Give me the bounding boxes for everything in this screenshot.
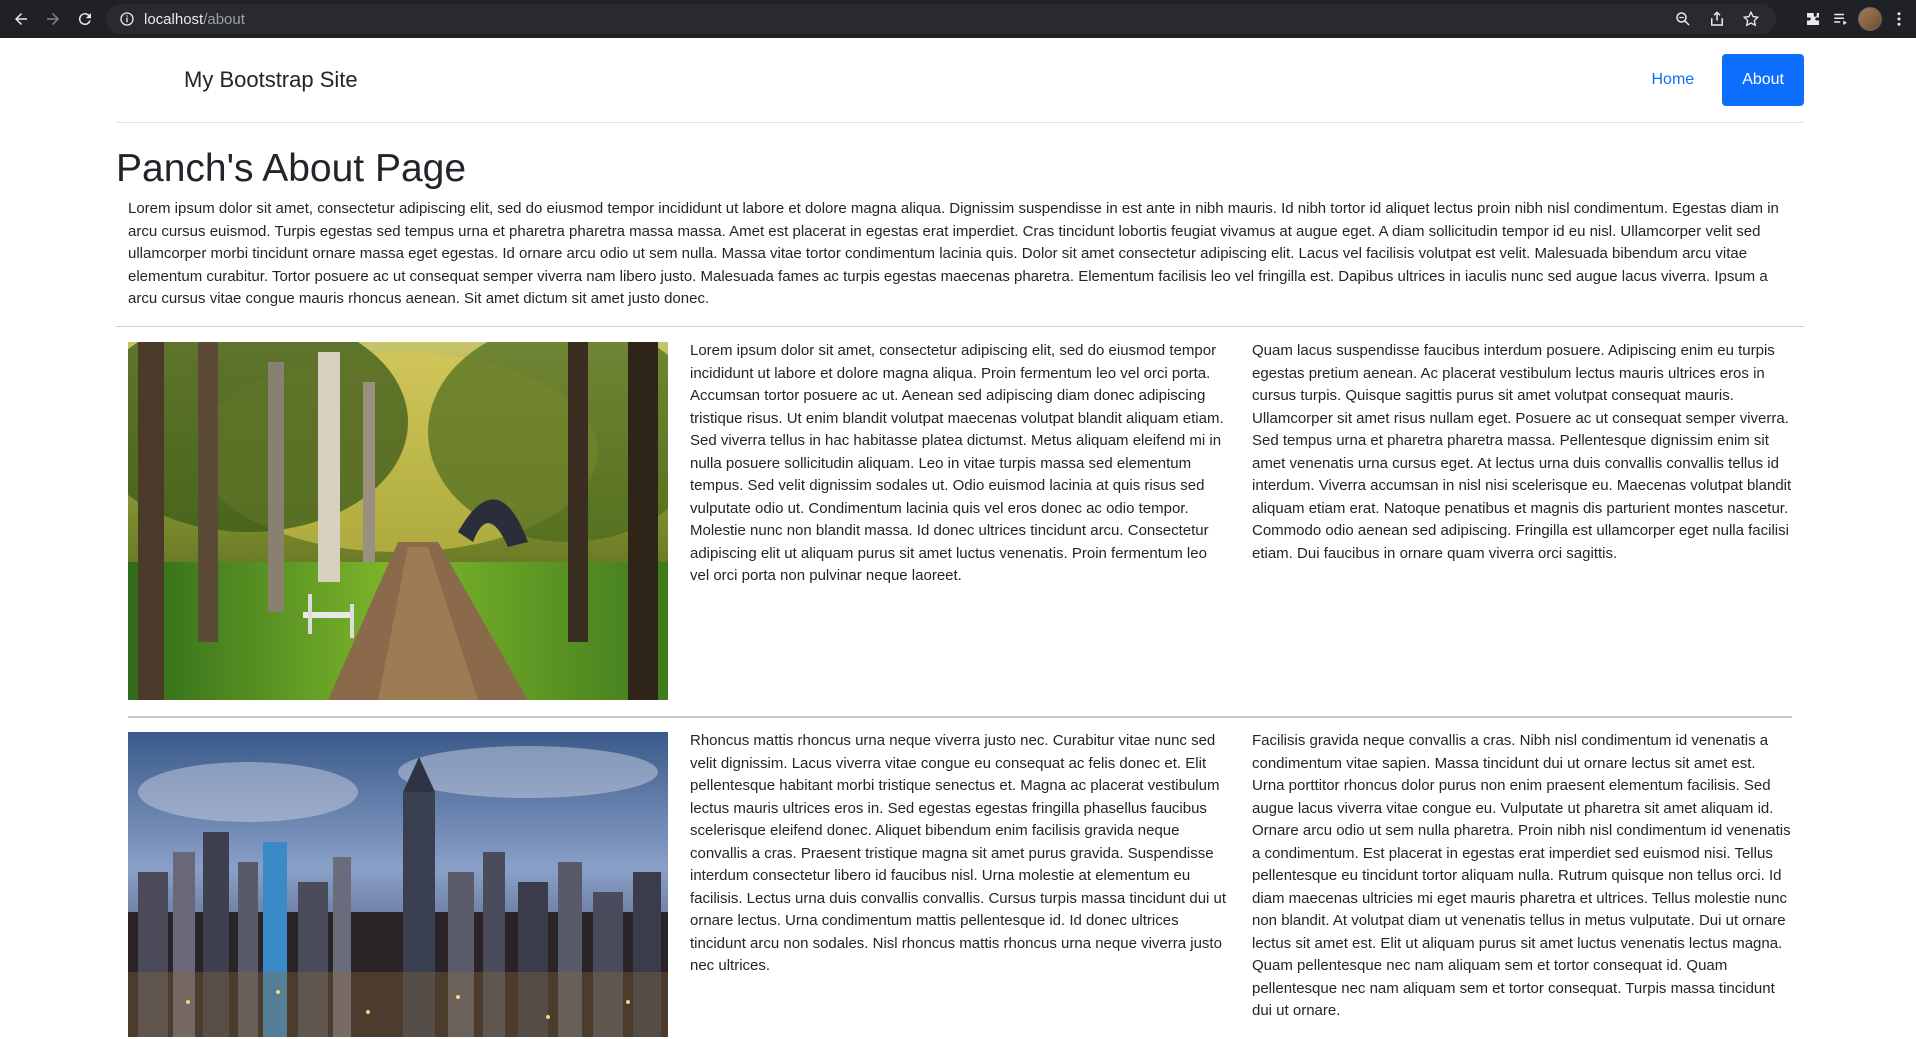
site-info-icon[interactable]: [118, 10, 136, 28]
zoom-icon[interactable]: [1672, 8, 1694, 30]
back-arrow-icon[interactable]: [6, 4, 36, 34]
row-divider: [128, 716, 1792, 718]
more-menu-icon[interactable]: [1888, 8, 1910, 30]
media-queue-icon[interactable]: [1830, 8, 1852, 30]
bookmark-star-icon[interactable]: [1740, 8, 1762, 30]
extensions-puzzle-icon[interactable]: [1802, 8, 1824, 30]
site-nav: Home About: [1632, 54, 1804, 106]
site-brand[interactable]: My Bootstrap Site: [184, 67, 358, 93]
share-icon[interactable]: [1706, 8, 1728, 30]
page-container: My Bootstrap Site Home About Panch's Abo…: [116, 38, 1804, 1037]
intro-paragraph: Lorem ipsum dolor sit amet, consectetur …: [128, 200, 1779, 307]
browser-toolbar: localhost/about: [0, 0, 1916, 38]
row2-col1-text: Rhoncus mattis rhoncus urna neque viverr…: [690, 732, 1227, 974]
section-divider: [116, 326, 1804, 327]
url-path: /about: [203, 10, 245, 28]
row1-col1-text: Lorem ipsum dolor sit amet, consectetur …: [690, 342, 1224, 584]
reload-icon[interactable]: [70, 4, 100, 34]
nav-link-home[interactable]: Home: [1632, 54, 1715, 106]
forward-arrow-icon[interactable]: [38, 4, 68, 34]
row2-col2-text: Facilisis gravida neque convallis a cras…: [1252, 732, 1791, 1019]
url-host: localhost: [144, 10, 204, 28]
address-bar[interactable]: localhost/about: [106, 4, 1776, 34]
nav-link-about[interactable]: About: [1722, 54, 1804, 106]
profile-avatar[interactable]: [1858, 7, 1882, 31]
forest-path-image: [128, 342, 668, 700]
page-title: Panch's About Page: [116, 147, 467, 190]
site-header: My Bootstrap Site Home About: [116, 38, 1804, 123]
city-skyline-image: [128, 732, 668, 1037]
row1-col2-text: Quam lacus suspendisse faucibus interdum…: [1252, 342, 1792, 562]
